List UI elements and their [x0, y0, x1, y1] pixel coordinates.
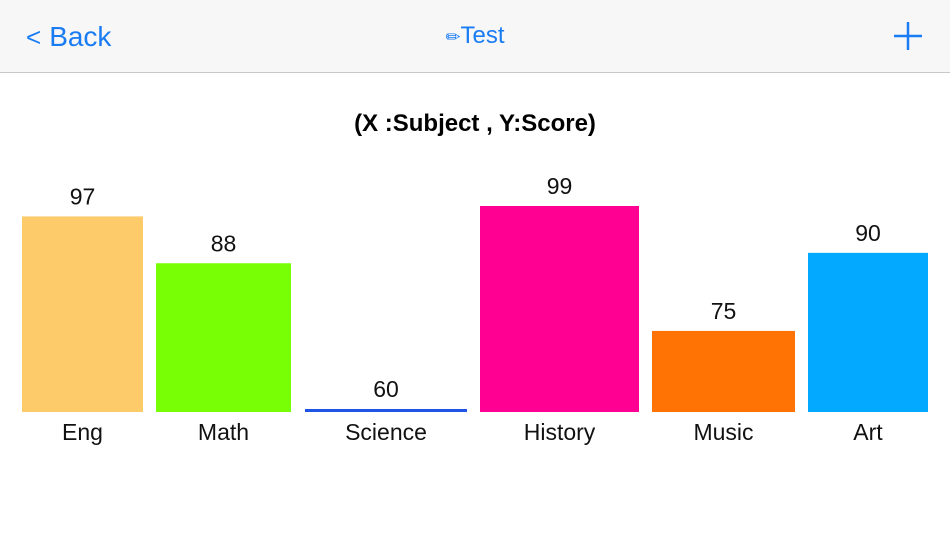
- category-label-eng: Eng: [62, 419, 103, 445]
- bar-math: [156, 263, 291, 412]
- chart-title: (X :Subject , Y:Score): [354, 110, 596, 137]
- value-label-eng: 97: [70, 183, 96, 209]
- category-label-history: History: [524, 419, 596, 445]
- bar-music: [652, 330, 795, 412]
- category-label-science: Science: [345, 419, 427, 445]
- value-label-science: 60: [373, 376, 399, 402]
- bar-history: [480, 206, 639, 412]
- value-label-art: 90: [855, 220, 881, 246]
- page-title-label: Test: [460, 22, 505, 49]
- bar-eng: [22, 216, 143, 412]
- category-label-math: Math: [198, 419, 249, 445]
- value-label-history: 99: [547, 173, 573, 199]
- value-label-music: 75: [711, 298, 737, 324]
- page-title: ✏Test: [0, 22, 950, 50]
- navigation-bar: < Back ✏Test: [0, 0, 950, 73]
- bar-science: [305, 409, 467, 412]
- bar-chart: (X :Subject , Y:Score) 97 Eng 88 Math 60 Scie…: [22, 110, 928, 445]
- category-label-music: Music: [693, 419, 753, 445]
- value-label-math: 88: [211, 230, 237, 256]
- bar-art: [808, 252, 928, 412]
- category-label-art: Art: [853, 419, 883, 445]
- add-button[interactable]: [892, 20, 924, 52]
- pencil-icon: ✏: [445, 27, 461, 47]
- plus-icon: [894, 22, 922, 50]
